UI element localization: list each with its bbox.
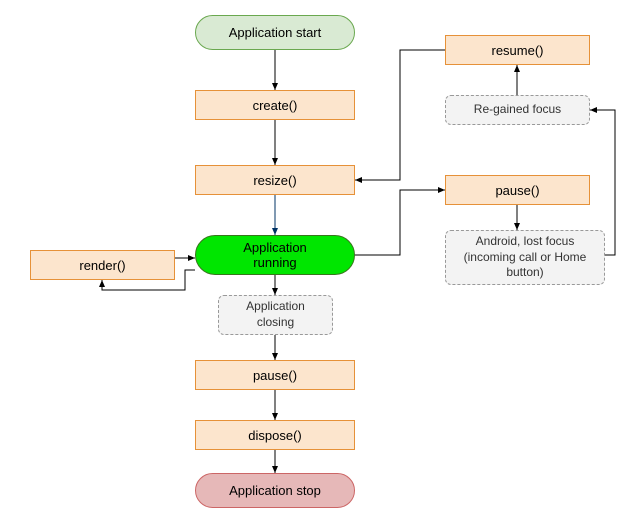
label-app-stop: Application stop (229, 483, 321, 498)
label-regained-focus: Re-gained focus (474, 102, 561, 118)
node-dispose: dispose() (195, 420, 355, 450)
node-pause-top: pause() (445, 175, 590, 205)
node-closing: Application closing (218, 295, 333, 335)
label-pause-top: pause() (495, 183, 539, 198)
node-resize: resize() (195, 165, 355, 195)
label-dispose: dispose() (248, 428, 301, 443)
node-lost-focus: Android, lost focus (incoming call or Ho… (445, 230, 605, 285)
node-app-start: Application start (195, 15, 355, 50)
label-app-start: Application start (229, 25, 322, 40)
edge-resume-resize (355, 50, 445, 180)
label-pause-bottom: pause() (253, 368, 297, 383)
node-running: Application running (195, 235, 355, 275)
node-resume-top: resume() (445, 35, 590, 65)
node-app-stop: Application stop (195, 473, 355, 508)
edge-running-pause-top (355, 190, 445, 255)
node-render: render() (30, 250, 175, 280)
node-pause-bottom: pause() (195, 360, 355, 390)
label-resume-top: resume() (491, 43, 543, 58)
label-running: Application running (243, 240, 307, 270)
label-closing: Application closing (246, 299, 305, 330)
label-render: render() (79, 258, 125, 273)
label-create: create() (253, 98, 298, 113)
label-resize: resize() (253, 173, 296, 188)
label-lost-focus: Android, lost focus (incoming call or Ho… (464, 234, 587, 281)
node-regained-focus: Re-gained focus (445, 95, 590, 125)
node-create: create() (195, 90, 355, 120)
